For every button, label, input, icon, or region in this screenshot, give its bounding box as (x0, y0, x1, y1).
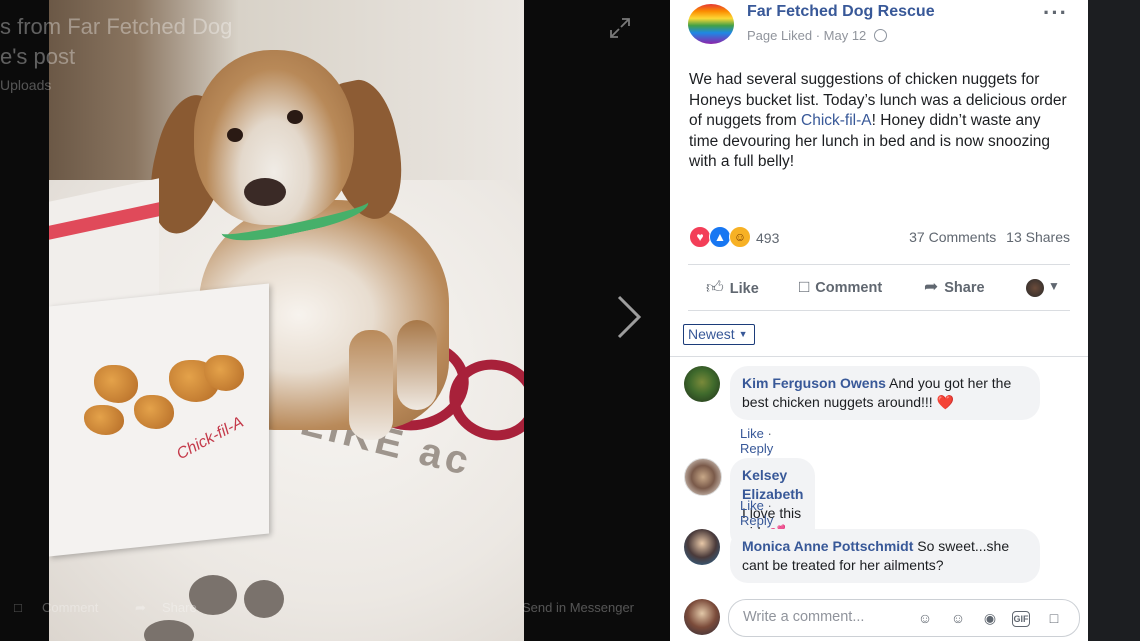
comment-input[interactable]: Write a comment... ☺ ☺ ◉ GIF □ (728, 599, 1080, 637)
viewer-avatar[interactable] (684, 599, 720, 635)
comment-reply-link[interactable]: Reply (740, 513, 773, 528)
dog-eye (287, 110, 303, 124)
comment-icon[interactable]: □ (14, 600, 22, 615)
haha-reaction-icon: ☺ (729, 226, 751, 248)
commenter-avatar[interactable] (684, 529, 720, 565)
globe-icon (873, 29, 887, 42)
comment-icon: □ (799, 277, 810, 296)
comment-input-placeholder: Write a comment... (743, 609, 865, 625)
share-button[interactable]: ➦ Share (924, 277, 985, 297)
comment-bubble: Kim Ferguson Owens And you got her the b… (730, 366, 1040, 420)
comments-section: Newest ▼ Kim Ferguson Owens And you got … (670, 312, 1088, 641)
comment-bubble: Monica Anne Pottschmidt So sweet...she c… (730, 529, 1040, 583)
album-title-line: s from Far Fetched Dog (0, 14, 233, 39)
nugget (94, 365, 138, 403)
caret-down-icon: ▼ (738, 329, 748, 339)
album-subtitle[interactable]: Uploads (0, 77, 51, 93)
viewer-bottom-bar: □ Comment ➦ Share Send in Messenger (0, 596, 670, 620)
post-photo[interactable]: LIKE ac Chick-fil-A (49, 0, 524, 641)
caret-down-icon[interactable]: ▼ (1048, 279, 1060, 293)
meta-separator: · (815, 28, 821, 43)
commenter-avatar[interactable] (684, 458, 722, 496)
comment-button[interactable]: □ Comment (799, 277, 882, 297)
love-reaction-icon: ♥ (689, 226, 711, 248)
page-name-link[interactable]: Far Fetched Dog Rescue (747, 3, 935, 21)
comment-author-link[interactable]: Kim Ferguson Owens (742, 375, 886, 391)
post-body: We had several suggestions of chicken nu… (689, 70, 1069, 173)
sticker-icon[interactable]: □ (1044, 608, 1064, 628)
like-reaction-icon: ▲ (709, 226, 731, 248)
comment-author-link[interactable]: Monica Anne Pottschmidt (742, 538, 913, 554)
comment-like-link[interactable]: Like (740, 426, 764, 441)
sort-label: Newest (688, 326, 735, 342)
page-liked-status[interactable]: Page Liked (747, 28, 812, 43)
comment-like-link[interactable]: Like (740, 498, 764, 513)
gif-icon[interactable]: GIF (1012, 611, 1030, 627)
nugget (84, 405, 124, 435)
post-meta: Page Liked · May 12 (747, 28, 887, 43)
chevron-right-icon[interactable] (614, 292, 644, 354)
page-avatar[interactable] (688, 4, 734, 44)
camera-icon[interactable]: ◉ (980, 608, 1000, 628)
like-label: Like (729, 281, 759, 297)
chick-fil-a-link[interactable]: Chick-fil-A (801, 112, 872, 129)
divider (688, 264, 1070, 265)
shares-count-link[interactable]: 13 Shares (1006, 229, 1070, 245)
viewer-share-button[interactable]: Share (162, 600, 197, 615)
comment-reply-link[interactable]: Reply (740, 441, 773, 456)
comments-count-link[interactable]: 37 Comments (909, 229, 996, 245)
post-panel: Far Fetched Dog Rescue Page Liked · May … (670, 0, 1088, 641)
comment-author-link[interactable]: Kelsey Elizabeth (742, 467, 803, 502)
engagement-counts: 37 Comments 13 Shares (903, 229, 1070, 245)
dog-leg (397, 320, 437, 410)
background-strip (1088, 0, 1140, 641)
comment-label: Comment (815, 280, 883, 296)
share-icon: ➦ (924, 277, 939, 296)
thumbs-up-icon: 👍︎ (706, 278, 724, 297)
photo-viewer: LIKE ac Chick-fil-A s from Far Fetched D… (0, 0, 670, 641)
album-title-line: e's post (0, 44, 76, 69)
post-actions: 👍︎ Like □ Comment ➦ Share ▼ (688, 266, 1070, 308)
reaction-count[interactable]: 493 (756, 230, 779, 246)
post-date[interactable]: May 12 (824, 28, 867, 43)
album-title: s from Far Fetched Dog e's post (0, 12, 232, 72)
comment-sort-dropdown[interactable]: Newest ▼ (683, 324, 755, 345)
nugget (134, 395, 174, 429)
avatar-sticker-icon[interactable]: ☺ (915, 608, 935, 628)
more-icon[interactable]: ··· (1043, 0, 1068, 26)
expand-icon[interactable] (608, 16, 634, 42)
viewer-comment-button[interactable]: Comment (42, 600, 98, 615)
nugget (204, 355, 244, 391)
emoji-icon[interactable]: ☺ (948, 608, 968, 628)
send-in-messenger-button[interactable]: Send in Messenger (522, 600, 634, 615)
dog-leg (349, 330, 393, 440)
write-comment-bar: Write a comment... ☺ ☺ ◉ GIF □ (670, 595, 1088, 641)
share-label: Share (944, 280, 985, 296)
commenter-avatar[interactable] (684, 366, 720, 402)
divider (688, 310, 1070, 311)
heart-emoji: ❤️ (936, 394, 955, 410)
post-as-avatar[interactable] (1026, 279, 1044, 297)
share-icon[interactable]: ➦ (135, 600, 146, 616)
like-button[interactable]: 👍︎ Like (706, 277, 759, 298)
divider (670, 356, 1088, 357)
dog-eye (227, 128, 243, 142)
